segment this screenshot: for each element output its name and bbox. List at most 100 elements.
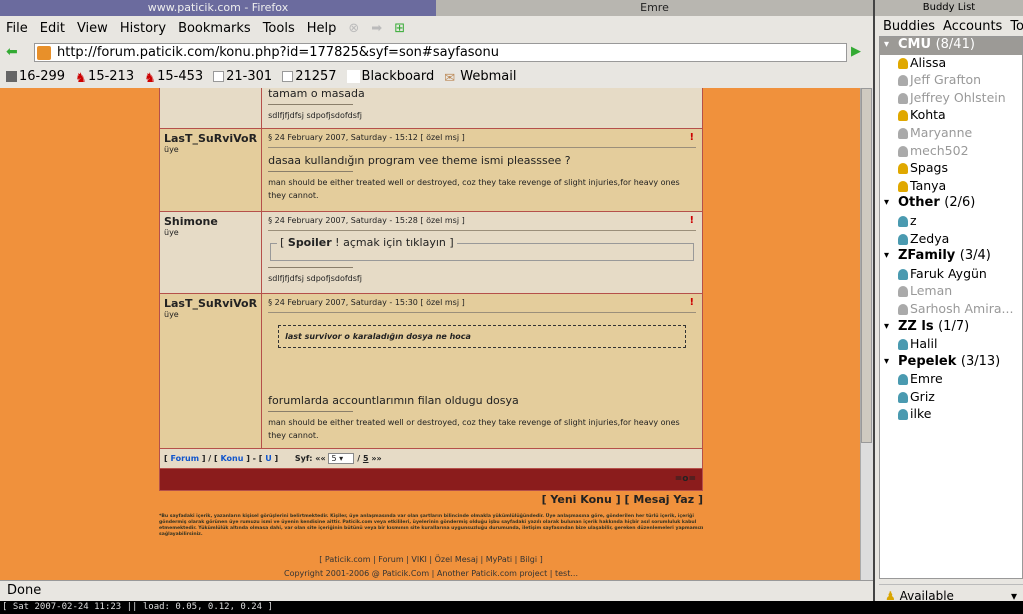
prev-page[interactable]: «« <box>315 454 325 463</box>
back-icon[interactable]: ⬅ <box>6 44 18 60</box>
new-tab-icon[interactable]: ⊞ <box>388 21 411 36</box>
menu-edit[interactable]: Edit <box>34 21 71 36</box>
stop-icon[interactable]: ⊗ <box>342 21 365 36</box>
buddy-item[interactable]: Zedya <box>880 231 1022 249</box>
buddy-icon <box>898 268 908 280</box>
menu-bookmarks[interactable]: Bookmarks <box>172 21 257 36</box>
menu-file[interactable]: File <box>0 21 34 36</box>
url-input[interactable]: http://forum.paticik.com/konu.php?id=177… <box>34 43 847 62</box>
bookmark-21-301[interactable]: 21-301 <box>213 69 272 84</box>
buddy-item[interactable]: ilke <box>880 406 1022 424</box>
go-icon[interactable]: ▶ <box>851 44 861 59</box>
buddy-item[interactable]: Faruk Aygün <box>880 266 1022 284</box>
menu-accounts[interactable]: Accounts <box>943 19 1002 34</box>
buddy-group[interactable]: CMU (8/41) <box>880 37 1022 55</box>
buddy-icon <box>898 75 908 87</box>
buddy-item[interactable]: Griz <box>880 389 1022 407</box>
status-selector[interactable]: ♟ Available ▾ <box>879 584 1023 608</box>
bookmark-blackboard[interactable]: Blackboard <box>346 69 434 84</box>
konu-link[interactable]: Konu <box>220 454 243 463</box>
buddy-icon <box>898 92 908 104</box>
menu-help[interactable]: Help <box>301 21 343 36</box>
post-body: forumlarda accountlarımın filan oldugu d… <box>268 394 519 407</box>
buddy-icon <box>898 180 908 192</box>
buddy-item[interactable]: Alissa <box>880 55 1022 73</box>
buddy-item[interactable]: Halil <box>880 336 1022 354</box>
buddy-group[interactable]: Other (2/6) <box>880 195 1022 213</box>
buddy-item[interactable]: Sarhosh Amira... <box>880 301 1022 319</box>
firefox-title-bar: www.paticik.com - Firefox <box>0 0 436 16</box>
forward-icon[interactable]: ➡ <box>365 21 388 36</box>
menu-view[interactable]: View <box>71 21 114 36</box>
buddy-icon <box>898 286 908 298</box>
page-select[interactable]: 5 ▾ <box>328 453 355 464</box>
report-icon[interactable]: ! <box>689 297 694 308</box>
buddy-icon <box>898 127 908 139</box>
buddy-icon <box>898 303 908 315</box>
status-bar: Done <box>0 580 873 601</box>
buddy-list-window: Buddy List Buddies Accounts Tools CMU (8… <box>873 0 1023 603</box>
post-author[interactable]: LasT_SuRviVoR <box>164 297 257 310</box>
buddy-group[interactable]: ZZ ls (1/7) <box>880 319 1022 337</box>
buddy-tree: CMU (8/41)AlissaJeff GraftonJeffrey Ohls… <box>879 36 1023 579</box>
page-content: tamam o masada sdlfjfjdfsj sdpofjsdofdsf… <box>0 88 860 580</box>
copyright: Copyright 2001-2006 @ Paticik.Com | Anot… <box>284 569 578 578</box>
bookmark-21257[interactable]: 21257 <box>282 69 337 84</box>
buddy-icon <box>898 233 908 245</box>
user-role: üye <box>164 145 179 154</box>
spoiler-box[interactable]: [ Spoiler ! açmak için tıklayın ] <box>270 236 694 261</box>
buddy-item[interactable]: Jeffrey Ohlstein <box>880 90 1022 108</box>
buddy-item[interactable]: mech502 <box>880 143 1022 161</box>
buddy-item[interactable]: Jeff Grafton <box>880 72 1022 90</box>
report-icon[interactable]: ! <box>689 215 694 226</box>
next-page[interactable]: »» <box>371 454 381 463</box>
post-row: LasT_SuRviVoR üye § 24 February 2007, Sat… <box>158 293 703 449</box>
buddy-item[interactable]: Maryanne <box>880 125 1022 143</box>
site-links[interactable]: [ Paticik.com | Forum | VIKI | Özel Mesa… <box>159 555 703 564</box>
buddy-icon <box>898 57 908 69</box>
buddy-icon <box>898 163 908 175</box>
forum-link[interactable]: Forum <box>170 454 199 463</box>
site-favicon <box>37 46 51 60</box>
menu-tools-buddy[interactable]: Tools <box>1010 19 1023 34</box>
buddy-icon <box>898 391 908 403</box>
buddy-item[interactable]: Leman <box>880 283 1022 301</box>
buddy-item[interactable]: Tanya <box>880 178 1022 196</box>
report-icon[interactable]: ! <box>689 132 694 143</box>
menu-buddies[interactable]: Buddies <box>883 19 935 34</box>
post-row: LasT_SuRviVoR üye § 24 February 2007, Sat… <box>158 128 703 212</box>
buddy-icon <box>898 339 908 351</box>
bookmark-16-299[interactable]: 16-299 <box>6 69 65 84</box>
post-author[interactable]: LasT_SuRviVoR <box>164 132 257 145</box>
buddy-icon <box>898 409 908 421</box>
buddy-icon <box>898 110 908 122</box>
buddy-group[interactable]: ZFamily (3/4) <box>880 248 1022 266</box>
bookmark-15-453[interactable]: ♞ 15-453 <box>144 69 203 86</box>
bookmark-webmail[interactable]: ✉ Webmail <box>444 69 516 86</box>
buddy-list-title: Buddy List <box>875 0 1023 16</box>
post-signature: man should be either treated well or des… <box>268 418 680 440</box>
user-role: üye <box>164 310 179 319</box>
disclaimer: *Bu sayfadaki içerik, yazanların kişisel… <box>159 514 704 537</box>
buddy-item[interactable]: Kohta <box>880 107 1022 125</box>
post-actions[interactable]: [ Yeni Konu ] [ Mesaj Yaz ] <box>159 493 703 506</box>
buddy-item[interactable]: z <box>880 213 1022 231</box>
buddy-item[interactable]: Spags <box>880 160 1022 178</box>
other-window-title[interactable]: Emre <box>436 0 873 16</box>
post-body: dasaa kullandığın program vee theme ismi… <box>268 154 571 167</box>
last-page-link[interactable]: 5 <box>363 454 369 463</box>
buddy-group[interactable]: Pepelek (3/13) <box>880 354 1022 372</box>
scrollbar-thumb[interactable] <box>861 88 872 443</box>
menu-history[interactable]: History <box>114 21 172 36</box>
forum-thread-table: tamam o masada sdlfjfjdfsj sdpofjsdofdsf… <box>158 88 703 491</box>
post-author[interactable]: Shimone <box>164 215 257 228</box>
page-label: Syf: <box>294 454 313 463</box>
u-link[interactable]: U <box>265 454 272 463</box>
buddy-item[interactable]: Emre <box>880 371 1022 389</box>
chevron-down-icon[interactable]: ▾ <box>1011 589 1017 603</box>
buddy-icon <box>898 374 908 386</box>
menu-tools[interactable]: Tools <box>257 21 301 36</box>
status-icon: ♟ <box>885 589 896 603</box>
post-header: § 24 February 2007, Saturday - 15:12 [ ö… <box>268 133 465 142</box>
bookmark-15-213[interactable]: ♞ 15-213 <box>75 69 134 86</box>
